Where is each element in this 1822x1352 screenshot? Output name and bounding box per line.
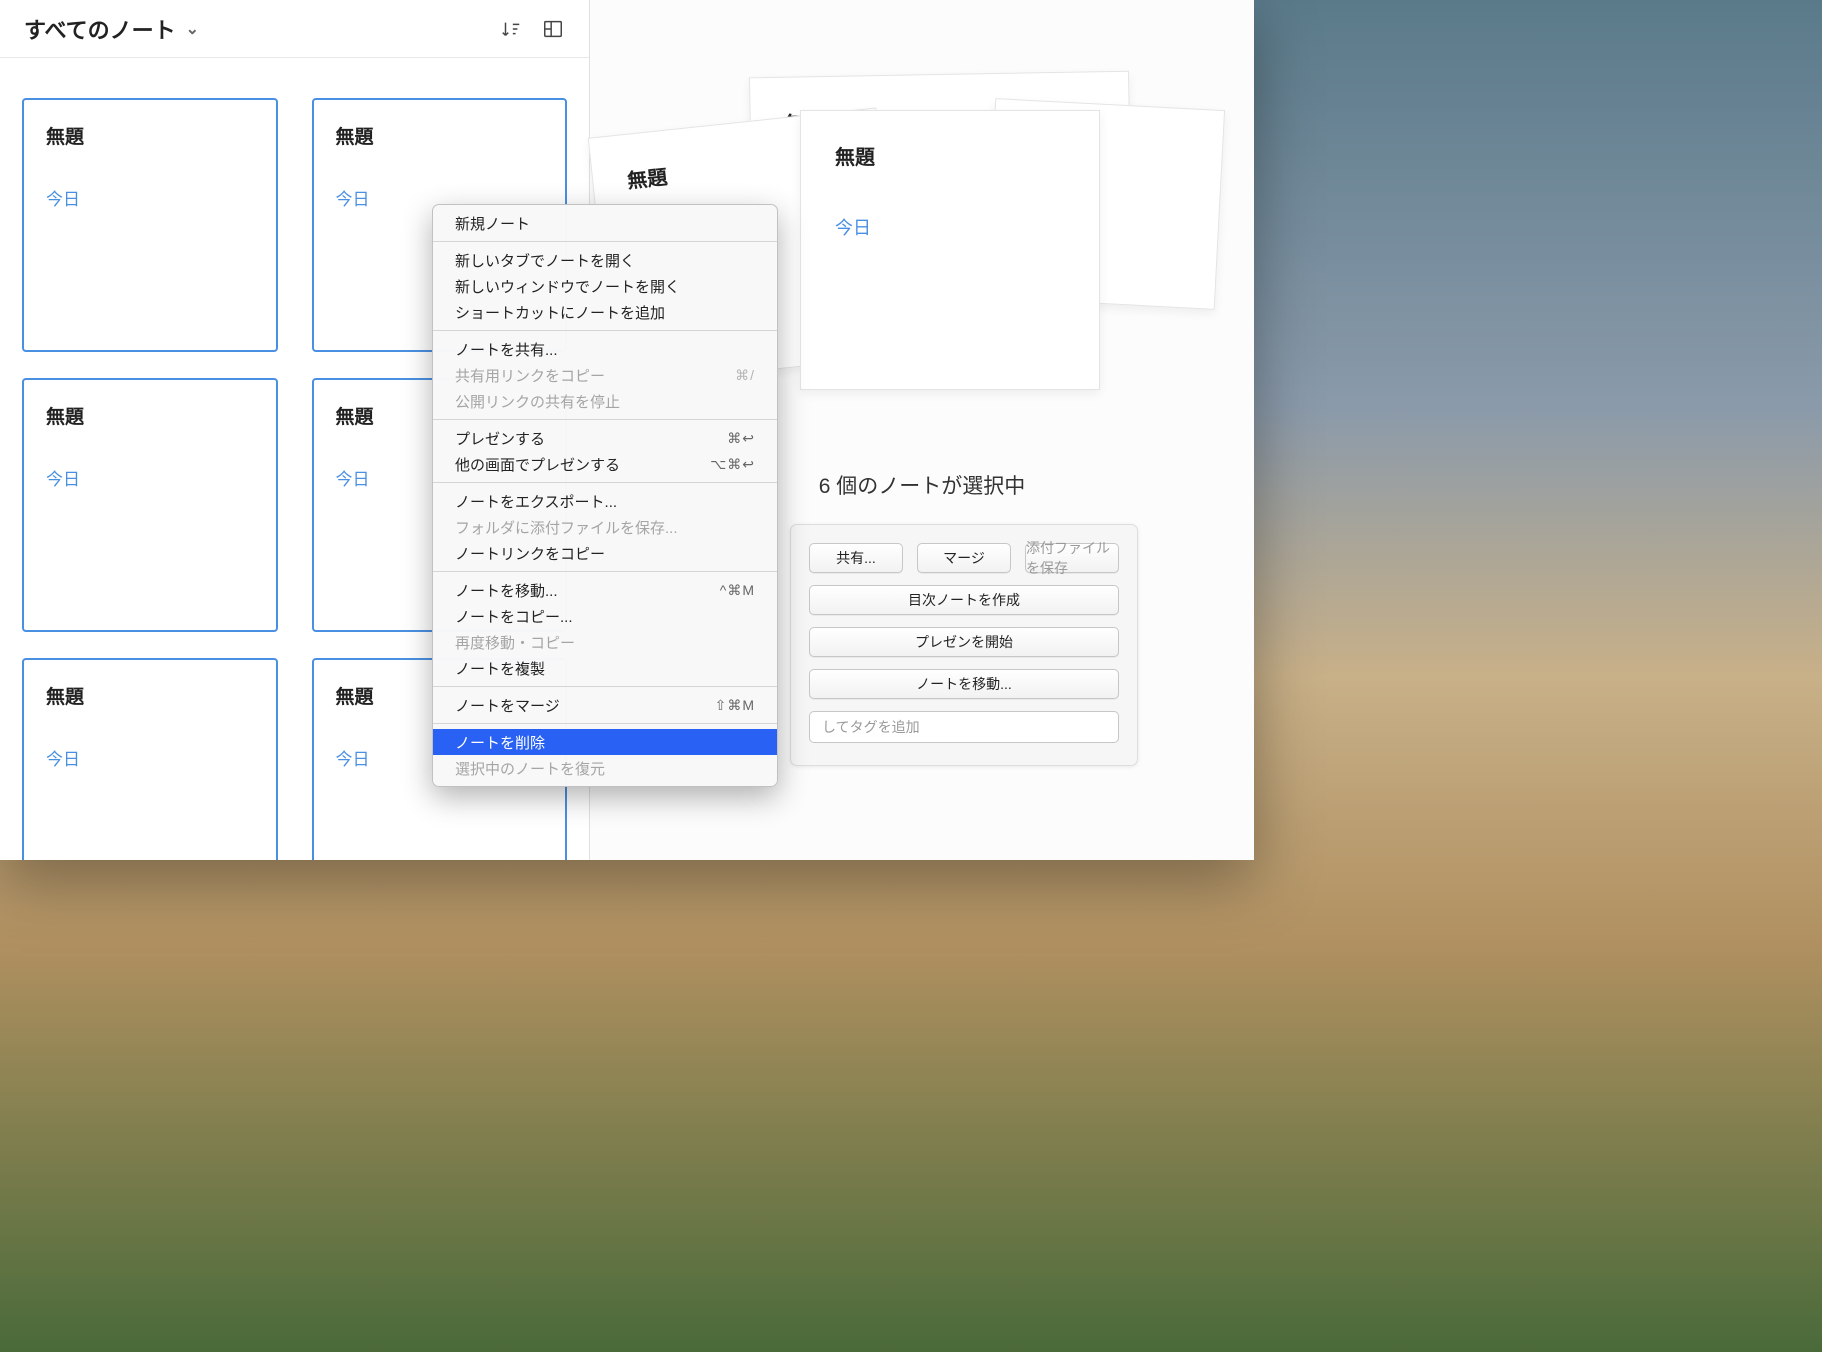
context-menu-label: フォルダに添付ファイルを保存... bbox=[455, 517, 678, 538]
context-menu-label: 公開リンクの共有を停止 bbox=[455, 391, 620, 412]
context-menu-item: 公開リンクの共有を停止 bbox=[433, 388, 777, 414]
context-menu-item[interactable]: ショートカットにノートを追加 bbox=[433, 299, 777, 325]
context-menu-label: ノートを複製 bbox=[455, 658, 545, 679]
context-menu-shortcut: ⌥⌘↩ bbox=[710, 456, 755, 473]
context-menu-label: ノートをコピー... bbox=[455, 606, 573, 627]
context-menu-label: 新規ノート bbox=[455, 213, 530, 234]
note-card[interactable]: 無題今日 bbox=[22, 98, 278, 352]
note-title: 無題 bbox=[46, 682, 254, 709]
share-button[interactable]: 共有... bbox=[809, 543, 903, 573]
note-title: 無題 bbox=[46, 402, 254, 429]
action-panel: 共有... マージ 添付ファイルを保存 目次ノートを作成 プレゼンを開始 ノート… bbox=[790, 524, 1138, 766]
context-menu-item: 共有用リンクをコピー ⌘/ bbox=[433, 362, 777, 388]
context-menu-item[interactable]: プレゼンする ⌘↩ bbox=[433, 425, 777, 451]
note-date: 今日 bbox=[46, 465, 254, 490]
context-menu-label: ノートをマージ bbox=[455, 695, 560, 716]
note-date: 今日 bbox=[46, 185, 254, 210]
stack-card-title: 無題 bbox=[835, 141, 1065, 170]
context-menu-item[interactable]: 新しいタブでノートを開く bbox=[433, 247, 777, 273]
context-menu-label: ノートリンクをコピー bbox=[455, 543, 605, 564]
context-menu-separator bbox=[433, 419, 777, 420]
context-menu-label: ノートを削除 bbox=[455, 732, 545, 753]
note-title: 無題 bbox=[336, 122, 544, 149]
context-menu-item[interactable]: ノートをコピー... bbox=[433, 603, 777, 629]
context-menu-item: 選択中のノートを復元 bbox=[433, 755, 777, 781]
note-title: 無題 bbox=[46, 122, 254, 149]
sort-icon[interactable] bbox=[499, 17, 523, 41]
context-menu-label: 共有用リンクをコピー bbox=[455, 365, 605, 386]
context-menu-item[interactable]: 他の画面でプレゼンする ⌥⌘↩ bbox=[433, 451, 777, 477]
context-menu-shortcut: ⌘↩ bbox=[727, 430, 755, 447]
context-menu-label: 新しいタブでノートを開く bbox=[455, 250, 635, 271]
header-actions bbox=[499, 17, 565, 41]
context-menu-item[interactable]: 新規ノート bbox=[433, 210, 777, 236]
start-present-button[interactable]: プレゼンを開始 bbox=[809, 627, 1119, 657]
context-menu-separator bbox=[433, 723, 777, 724]
note-date: 今日 bbox=[46, 745, 254, 770]
context-menu-label: 選択中のノートを復元 bbox=[455, 758, 605, 779]
context-menu-label: ノートをエクスポート... bbox=[455, 491, 617, 512]
context-menu-item[interactable]: ノートをマージ ⇧⌘M bbox=[433, 692, 777, 718]
list-header: すべてのノート ⌄ bbox=[0, 0, 589, 58]
create-toc-button[interactable]: 目次ノートを作成 bbox=[809, 585, 1119, 615]
context-menu-label: ショートカットにノートを追加 bbox=[455, 302, 665, 323]
save-attachments-button[interactable]: 添付ファイルを保存 bbox=[1025, 543, 1119, 573]
move-note-button[interactable]: ノートを移動... bbox=[809, 669, 1119, 699]
context-menu-item[interactable]: ノートリンクをコピー bbox=[433, 540, 777, 566]
context-menu-label: 他の画面でプレゼンする bbox=[455, 454, 620, 475]
context-menu-separator bbox=[433, 571, 777, 572]
list-title-label: すべてのノート bbox=[24, 13, 176, 45]
layout-icon[interactable] bbox=[541, 17, 565, 41]
context-menu-item: フォルダに添付ファイルを保存... bbox=[433, 514, 777, 540]
stack-card-front: 無題 今日 bbox=[800, 110, 1100, 390]
context-menu-separator bbox=[433, 330, 777, 331]
context-menu-separator bbox=[433, 686, 777, 687]
context-menu-label: ノートを共有... bbox=[455, 339, 558, 360]
context-menu-item[interactable]: ノートを移動... ^⌘M bbox=[433, 577, 777, 603]
context-menu-separator bbox=[433, 482, 777, 483]
context-menu-item[interactable]: ノートをエクスポート... bbox=[433, 488, 777, 514]
context-menu-label: プレゼンする bbox=[455, 428, 545, 449]
app-window: すべてのノート ⌄ 無題今日無題今日無題今日無題今日無題今日無題今日 無題 題 bbox=[0, 0, 1254, 860]
add-tag-input[interactable]: してタグを追加 bbox=[809, 711, 1119, 743]
context-menu-shortcut: ⇧⌘M bbox=[715, 697, 755, 714]
context-menu-label: ノートを移動... bbox=[455, 580, 558, 601]
context-menu-shortcut: ⌘/ bbox=[735, 367, 755, 384]
context-menu-item[interactable]: ノートを共有... bbox=[433, 336, 777, 362]
context-menu-item: 再度移動・コピー bbox=[433, 629, 777, 655]
context-menu-item[interactable]: 新しいウィンドウでノートを開く bbox=[433, 273, 777, 299]
context-menu-label: 新しいウィンドウでノートを開く bbox=[455, 276, 680, 297]
context-menu-item[interactable]: ノートを複製 bbox=[433, 655, 777, 681]
context-menu-separator bbox=[433, 241, 777, 242]
chevron-down-icon: ⌄ bbox=[186, 19, 199, 39]
context-menu-shortcut: ^⌘M bbox=[720, 582, 755, 599]
stack-card-date: 今日 bbox=[835, 214, 1065, 240]
context-menu: 新規ノート新しいタブでノートを開く新しいウィンドウでノートを開くショートカットに… bbox=[432, 204, 778, 787]
note-card[interactable]: 無題今日 bbox=[22, 658, 278, 860]
note-card[interactable]: 無題今日 bbox=[22, 378, 278, 632]
tag-placeholder: してタグを追加 bbox=[822, 717, 920, 737]
merge-button[interactable]: マージ bbox=[917, 543, 1011, 573]
context-menu-label: 再度移動・コピー bbox=[455, 632, 575, 653]
context-menu-item[interactable]: ノートを削除 bbox=[433, 729, 777, 755]
list-title-dropdown[interactable]: すべてのノート ⌄ bbox=[24, 13, 199, 45]
